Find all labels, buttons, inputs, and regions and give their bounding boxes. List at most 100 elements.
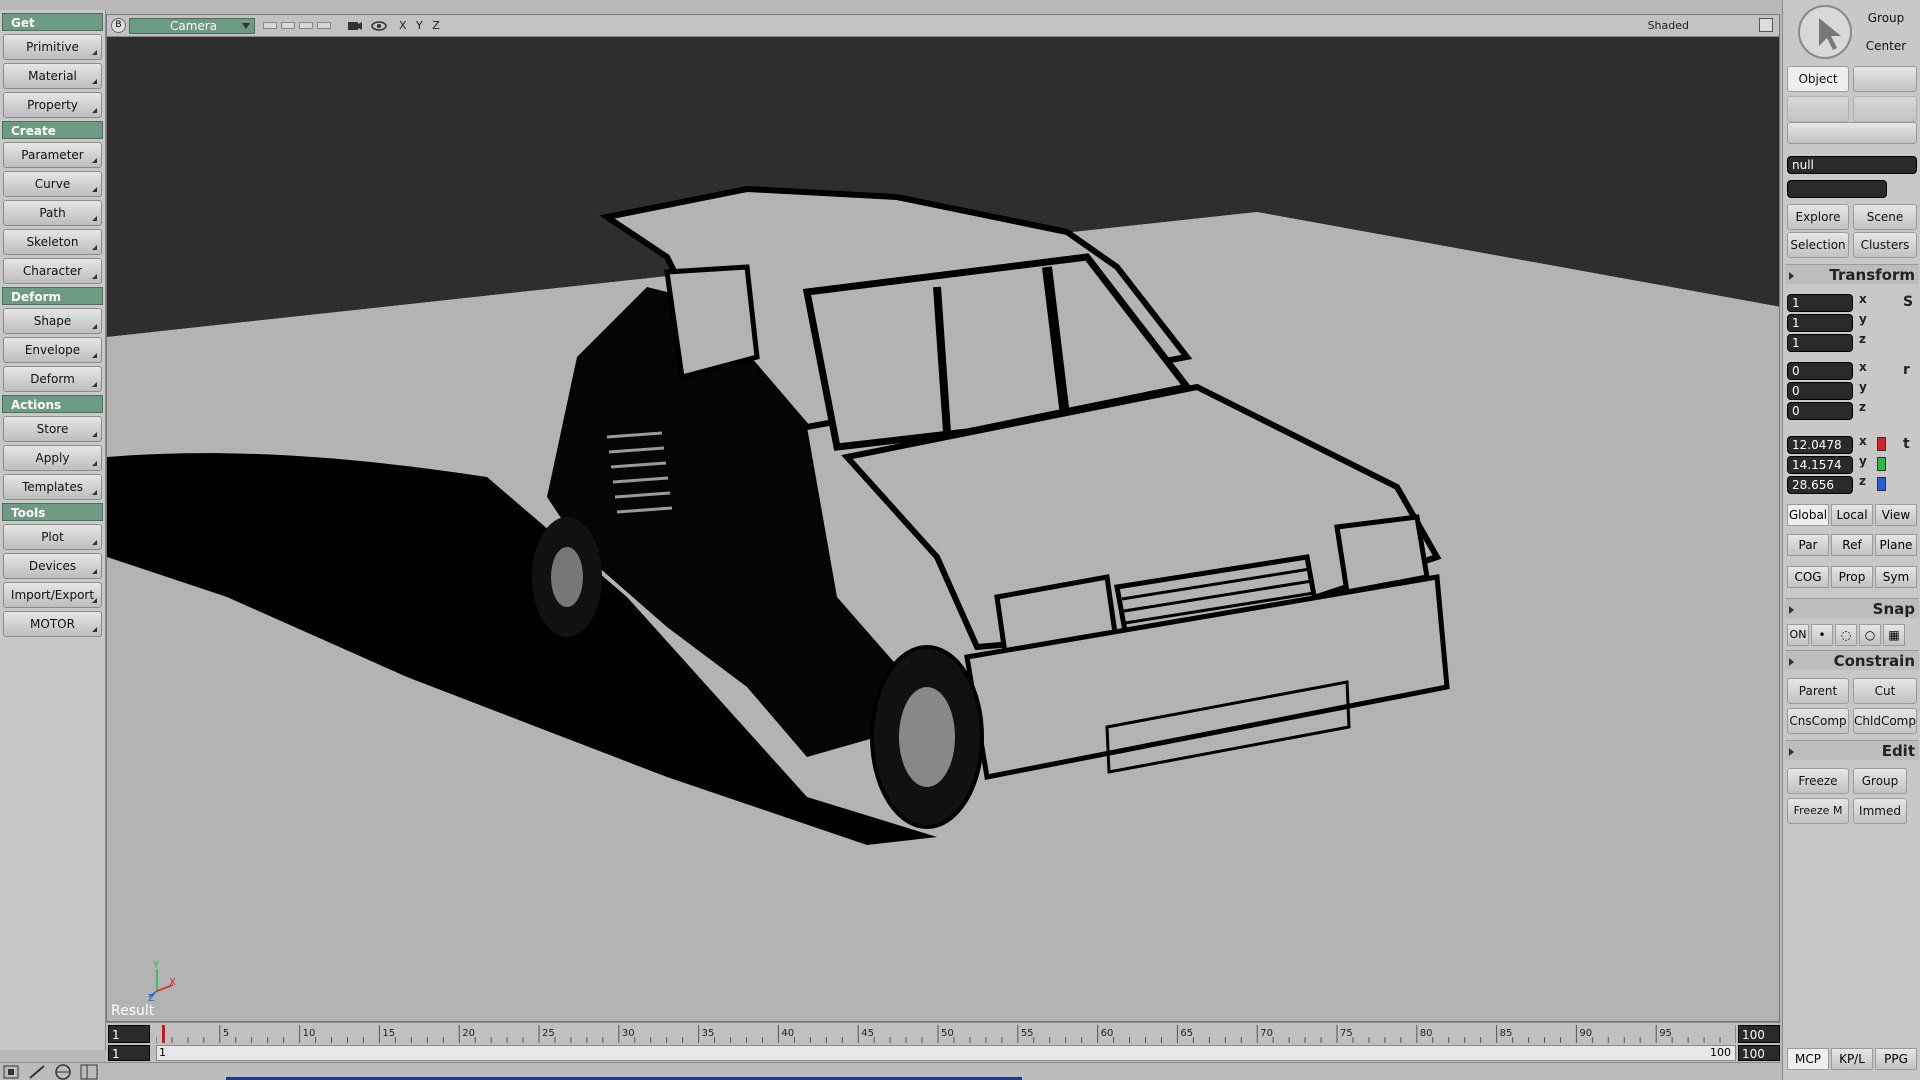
range-slider[interactable]: 1 100 <box>156 1045 1736 1061</box>
section-header-get[interactable]: Get <box>2 13 103 31</box>
edit-header[interactable]: Edit <box>1785 740 1919 760</box>
tool-button-skeleton[interactable]: Skeleton <box>3 229 102 255</box>
edit-group-button[interactable]: Group <box>1853 768 1907 794</box>
constrain-header[interactable]: Constrain <box>1785 650 1919 670</box>
par-button[interactable]: Par <box>1787 534 1829 556</box>
snap-surface-icon[interactable]: ○ <box>1859 624 1881 646</box>
split-view-icon[interactable] <box>78 1063 104 1080</box>
view-mini-4[interactable] <box>317 22 331 29</box>
tool-button-property[interactable]: Property <box>3 92 102 118</box>
freeze-button[interactable]: Freeze <box>1787 768 1849 794</box>
tool-button-import-export[interactable]: Import/Export <box>3 582 102 608</box>
scale-x-field[interactable]: 1 <box>1787 294 1853 312</box>
snap-header[interactable]: Snap <box>1785 598 1919 618</box>
blank-button-2[interactable] <box>1853 96 1917 122</box>
immed-button[interactable]: Immed <box>1853 798 1907 824</box>
tool-button-curve[interactable]: Curve <box>3 171 102 197</box>
ref-button[interactable]: Ref <box>1831 534 1873 556</box>
translation-x-field[interactable]: 12.0478 <box>1787 436 1853 454</box>
section-header-create[interactable]: Create <box>2 121 103 139</box>
rotation-x-field[interactable]: 0 <box>1787 362 1853 380</box>
section-header-tools[interactable]: Tools <box>2 503 103 521</box>
rotation-icon[interactable]: r <box>1903 362 1910 378</box>
section-header-actions[interactable]: Actions <box>2 395 103 413</box>
view-button[interactable]: View <box>1875 504 1917 526</box>
snap-grid-icon[interactable]: ▦ <box>1883 624 1905 646</box>
brush-icon[interactable] <box>26 1063 52 1080</box>
tool-button-envelope[interactable]: Envelope <box>3 337 102 363</box>
tool-button-parameter[interactable]: Parameter <box>3 142 102 168</box>
translation-icon[interactable]: t <box>1903 436 1910 452</box>
layout-icon[interactable] <box>0 1063 26 1080</box>
sphere-icon[interactable] <box>52 1063 78 1080</box>
selection-filter-dropdown[interactable] <box>1787 122 1917 144</box>
tool-button-primitive[interactable]: Primitive <box>3 34 102 60</box>
camera-selector[interactable]: Camera <box>129 18 255 34</box>
parent-button[interactable]: Parent <box>1787 678 1849 704</box>
tool-button-shape[interactable]: Shape <box>3 308 102 334</box>
tool-button-plot[interactable]: Plot <box>3 524 102 550</box>
tool-button-character[interactable]: Character <box>3 258 102 284</box>
tab-kpl[interactable]: KP/L <box>1831 1048 1873 1070</box>
shading-mode[interactable]: Shaded <box>1648 19 1689 32</box>
cut-button[interactable]: Cut <box>1853 678 1917 704</box>
rotation-z-field[interactable]: 0 <box>1787 402 1853 420</box>
translation-y-field[interactable]: 14.1574 <box>1787 456 1853 474</box>
object-name-field[interactable]: null <box>1787 156 1917 174</box>
scale-icon[interactable]: S <box>1903 294 1913 310</box>
selection-button[interactable]: Selection <box>1787 232 1849 258</box>
tool-button-devices[interactable]: Devices <box>3 553 102 579</box>
tool-button-apply[interactable]: Apply <box>3 445 102 471</box>
3d-scene[interactable] <box>107 37 1780 1022</box>
view-mini-2[interactable] <box>281 22 295 29</box>
plane-button[interactable]: Plane <box>1875 534 1917 556</box>
tab-mcp[interactable]: MCP <box>1787 1048 1829 1070</box>
range-start-field[interactable]: 1 <box>108 1045 150 1061</box>
object-mode-blank[interactable] <box>1853 66 1917 92</box>
camera-icon[interactable] <box>347 18 363 34</box>
scale-z-field[interactable]: 1 <box>1787 334 1853 352</box>
group-button[interactable]: Group <box>1855 6 1917 32</box>
snap-point-icon[interactable]: • <box>1811 624 1833 646</box>
tool-button-templates[interactable]: Templates <box>3 474 102 500</box>
tab-ppg[interactable]: PPG <box>1875 1048 1917 1070</box>
freeze-m-button[interactable]: Freeze M <box>1787 798 1849 824</box>
maximize-viewport-icon[interactable] <box>1759 18 1773 32</box>
clusters-button[interactable]: Clusters <box>1853 232 1917 258</box>
tool-button-motor[interactable]: MOTOR <box>3 611 102 637</box>
scene-button[interactable]: Scene <box>1853 204 1917 230</box>
start-frame-field[interactable]: 1 <box>108 1025 150 1043</box>
cnscomp-button[interactable]: CnsComp <box>1787 708 1849 734</box>
local-button[interactable]: Local <box>1831 504 1873 526</box>
viewport-b-button[interactable]: B <box>111 18 126 33</box>
global-button[interactable]: Global <box>1787 504 1829 526</box>
range-end-field[interactable]: 100 <box>1738 1045 1780 1061</box>
prop-button[interactable]: Prop <box>1831 566 1873 588</box>
view-mini-3[interactable] <box>299 22 313 29</box>
select-arrow-icon[interactable] <box>1797 4 1853 60</box>
section-header-deform[interactable]: Deform <box>2 287 103 305</box>
explore-button[interactable]: Explore <box>1787 204 1849 230</box>
axes-toggle[interactable]: X Y Z <box>399 19 443 32</box>
rotation-y-field[interactable]: 0 <box>1787 382 1853 400</box>
timeline-ruler[interactable]: 5 10 15 20 25 30 35 40 45 50 55 60 65 70 75 80 85 90 95 <box>156 1025 1736 1043</box>
translation-z-field[interactable]: 28.656 <box>1787 476 1853 494</box>
chldcomp-button[interactable]: ChldComp <box>1853 708 1917 734</box>
scale-y-field[interactable]: 1 <box>1787 314 1853 332</box>
viewport[interactable]: B Camera X Y Z Shaded Y Z X Result <box>106 14 1780 1022</box>
secondary-name-field[interactable] <box>1787 180 1887 198</box>
object-button[interactable]: Object <box>1787 66 1849 92</box>
center-button[interactable]: Center <box>1855 34 1917 60</box>
tool-button-deform[interactable]: Deform <box>3 366 102 392</box>
snap-curve-icon[interactable]: ◌ <box>1835 624 1857 646</box>
snap-on-toggle[interactable]: ON <box>1787 624 1809 646</box>
cog-button[interactable]: COG <box>1787 566 1829 588</box>
view-mini-1[interactable] <box>263 22 277 29</box>
sym-button[interactable]: Sym <box>1875 566 1917 588</box>
playhead-marker[interactable] <box>162 1025 165 1043</box>
tool-button-store[interactable]: Store <box>3 416 102 442</box>
transform-header[interactable]: Transform <box>1785 264 1919 284</box>
blank-button-1[interactable] <box>1787 96 1849 122</box>
end-frame-field[interactable]: 100 <box>1738 1025 1780 1043</box>
eye-icon[interactable] <box>371 18 387 34</box>
